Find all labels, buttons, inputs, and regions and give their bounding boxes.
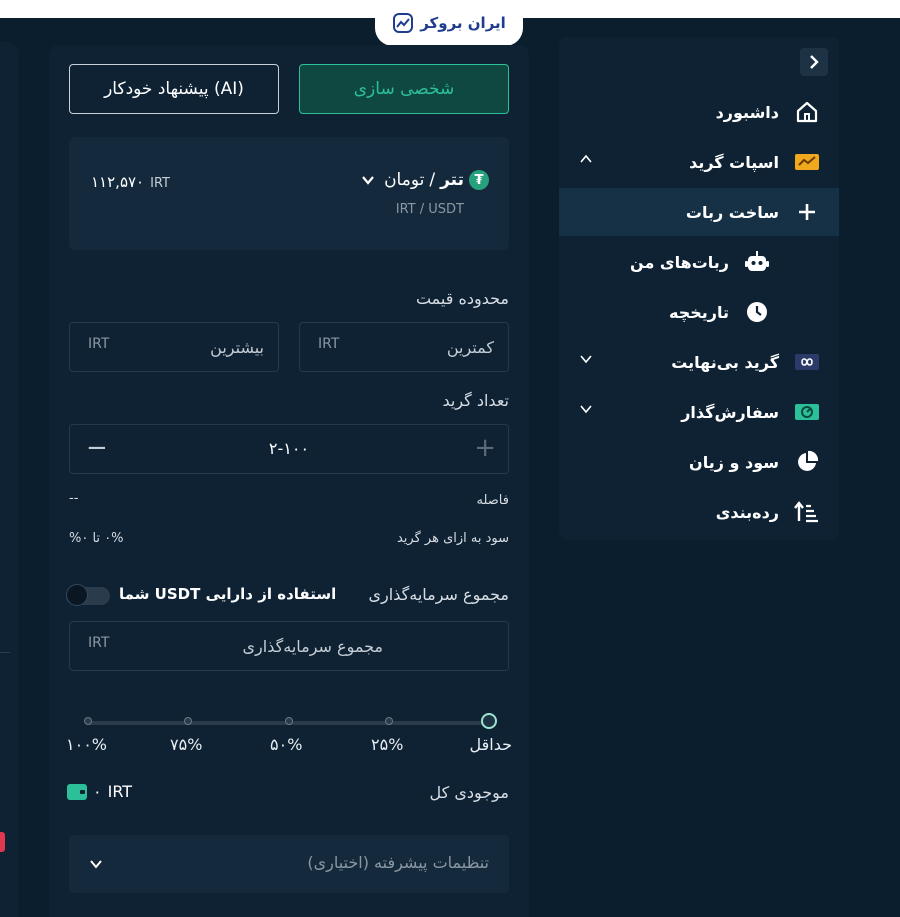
chevron-down-icon xyxy=(90,860,102,869)
pair-quote: تومان xyxy=(384,170,425,190)
advanced-settings-label: تنظیمات پیشرفته (اختیاری) xyxy=(307,853,489,872)
sidebar-item-history[interactable]: تاریخچه xyxy=(559,288,839,336)
total-balance: ۰ IRT xyxy=(67,782,132,801)
sidebar-item-label: سود و زیان xyxy=(689,452,779,472)
spacing-value: -- xyxy=(69,491,79,506)
pair-selector-card: ₮ تتر / تومان IRT / USDT ۱۱۲,۵۷۰ IRT xyxy=(69,137,509,250)
slider-label-50: ۵۰% xyxy=(270,735,303,754)
balance-unit: IRT xyxy=(107,782,133,801)
pair-price: ۱۱۲,۵۷۰ IRT xyxy=(91,173,170,191)
sidebar-item-spot-grid[interactable]: اسپات گرید xyxy=(559,138,839,186)
brand-logo[interactable]: ایران بروکر xyxy=(375,0,523,46)
use-usdt-toggle[interactable] xyxy=(66,584,110,606)
sidebar-item-ranking[interactable]: رده‌بندی xyxy=(559,488,839,536)
tether-icon: ₮ xyxy=(469,170,489,190)
slider-label-75: ۷۵% xyxy=(170,735,203,754)
brand-chart-icon xyxy=(393,13,414,33)
chevron-up-icon xyxy=(580,154,592,163)
sidebar-item-label: داشبورد xyxy=(715,102,779,122)
left-panel-edge xyxy=(0,42,18,917)
slider-handle[interactable] xyxy=(481,713,497,729)
alert-marker xyxy=(0,832,5,852)
sidebar-item-label: رده‌بندی xyxy=(715,502,779,522)
slider-stop-75[interactable] xyxy=(184,717,192,725)
chevron-down-icon xyxy=(362,176,374,185)
slider-label-100: ۱۰۰% xyxy=(66,735,107,754)
custom-mode-button[interactable]: شخصی سازی xyxy=(299,64,509,114)
chevron-down-icon xyxy=(580,405,592,414)
slider-stop-50[interactable] xyxy=(285,717,293,725)
investment-input[interactable]: مجموع سرمایه‌گذاری IRT xyxy=(69,621,509,671)
increment-button[interactable]: + xyxy=(474,433,496,463)
sidebar-item-pnl[interactable]: سود و زیان xyxy=(559,438,839,486)
chevron-right-icon xyxy=(810,55,819,69)
use-usdt-label: استفاده از دارایی USDT شما xyxy=(119,585,337,603)
pair-selector[interactable]: ₮ تتر / تومان xyxy=(361,170,489,190)
order-icon xyxy=(793,398,821,426)
max-price-placeholder: بیشترین xyxy=(210,338,264,357)
pair-slash: / xyxy=(429,170,436,190)
spacing-label: فاصله xyxy=(476,493,510,508)
investment-label: مجموع سرمایه‌گذاری xyxy=(368,585,509,604)
profit-per-grid-label: سود به ازای هر گرید xyxy=(396,531,509,546)
ranking-icon xyxy=(793,498,821,526)
sidebar-item-label: سفارش‌گذار xyxy=(681,402,779,422)
sidebar-item-my-bots[interactable]: ربات‌های من xyxy=(559,238,839,286)
slider-stop-25[interactable] xyxy=(385,717,393,725)
spot-grid-icon xyxy=(793,148,821,176)
grid-count-value: ۲-۱۰۰ xyxy=(268,439,310,458)
slider-stop-100[interactable] xyxy=(84,717,92,725)
pair-symbol: IRT / USDT xyxy=(395,202,464,217)
investment-unit: IRT xyxy=(88,635,110,651)
divider xyxy=(0,652,10,653)
slider-label-min: حداقل xyxy=(469,735,513,754)
plus-icon xyxy=(793,198,821,226)
balance-value: ۰ xyxy=(93,782,102,801)
sidebar-item-create-bot[interactable]: ساخت ربات xyxy=(559,188,839,236)
advanced-settings-toggle[interactable]: تنظیمات پیشرفته (اختیاری) xyxy=(69,835,509,893)
min-price-input[interactable]: کمترین IRT xyxy=(299,322,509,372)
sidebar-item-label: تاریخچه xyxy=(669,302,729,322)
investment-slider[interactable] xyxy=(84,713,497,729)
brand-name: ایران بروکر xyxy=(420,14,506,32)
price-unit: IRT xyxy=(150,176,170,191)
sidebar-item-label: گرید بی‌نهایت xyxy=(671,352,779,372)
sidebar: داشبورد اسپات گرید ساخت ربات ربات‌های من… xyxy=(559,37,839,540)
sidebar-item-infinity-grid[interactable]: گرید بی‌نهایت xyxy=(559,338,839,386)
total-balance-label: موجودی کل xyxy=(429,783,509,802)
sidebar-item-order-placer[interactable]: سفارش‌گذار xyxy=(559,388,839,436)
toggle-knob xyxy=(66,584,88,606)
max-price-input[interactable]: بیشترین IRT xyxy=(69,322,279,372)
grid-bot-form: شخصی سازی پیشنهاد خودکار (AI) ₮ تتر / تو… xyxy=(49,45,529,917)
min-price-unit: IRT xyxy=(318,336,340,352)
ai-suggest-button[interactable]: پیشنهاد خودکار (AI) xyxy=(69,64,279,114)
slider-label-25: ۲۵% xyxy=(371,735,404,754)
grid-count-label: تعداد گرید xyxy=(442,391,509,410)
pair-base: تتر xyxy=(440,170,464,190)
clock-icon xyxy=(743,298,771,326)
robot-icon xyxy=(743,248,771,276)
sidebar-item-label: ربات‌های من xyxy=(630,252,729,272)
sidebar-item-label: اسپات گرید xyxy=(689,152,779,172)
investment-placeholder: مجموع سرمایه‌گذاری xyxy=(242,637,383,656)
price-value: ۱۱۲,۵۷۰ xyxy=(91,173,145,191)
max-price-unit: IRT xyxy=(88,336,110,352)
wallet-icon xyxy=(67,783,87,800)
sidebar-item-label: ساخت ربات xyxy=(685,202,779,222)
pie-chart-icon xyxy=(793,448,821,476)
profit-per-grid-value: ۰% تا ۰% xyxy=(69,531,124,546)
home-icon xyxy=(793,98,821,126)
chevron-down-icon xyxy=(580,355,592,364)
sidebar-item-dashboard[interactable]: داشبورد xyxy=(559,88,839,136)
sidebar-collapse-button[interactable] xyxy=(800,48,828,76)
min-price-placeholder: کمترین xyxy=(446,338,494,357)
price-range-label: محدوده قیمت xyxy=(415,289,509,308)
infinity-icon xyxy=(793,348,821,376)
grid-count-stepper[interactable]: − ۲-۱۰۰ + xyxy=(69,424,509,474)
